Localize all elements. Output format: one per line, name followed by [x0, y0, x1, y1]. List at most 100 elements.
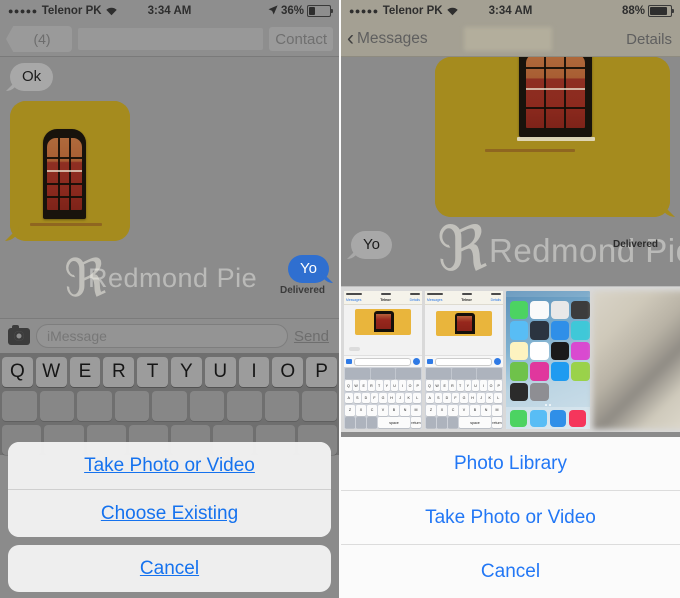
mini-title-label: Telnor — [461, 298, 472, 302]
mini-key-globe — [356, 417, 366, 428]
keyboard-row-top: QWERTYUIOP — [2, 357, 337, 387]
message-input[interactable]: iMessage — [36, 324, 288, 348]
message-bubble-incoming[interactable]: Yo — [351, 231, 392, 259]
mini-app-icon — [510, 321, 529, 340]
mini-app-icon — [550, 341, 570, 361]
battery-percent-label: 36% — [280, 5, 304, 17]
mini-key-y: Y — [464, 380, 472, 392]
mini-app-icon — [571, 362, 590, 381]
thumbnail-messages-screenshot-2[interactable]: Messages Telnor Details QWERTYUIOP ASDFG… — [425, 291, 503, 429]
mini-keyboard-row: ASDFGHJKL — [425, 392, 503, 404]
mini-key-g: G — [379, 392, 387, 404]
mini-input-bar — [425, 355, 503, 367]
key-u[interactable]: U — [204, 357, 236, 387]
back-label: Messages — [357, 30, 428, 47]
key-t[interactable]: T — [137, 357, 168, 387]
key-r[interactable]: R — [103, 357, 135, 387]
mini-key-r: R — [449, 380, 456, 392]
key[interactable] — [152, 391, 187, 421]
key-y[interactable]: Y — [171, 357, 202, 387]
key[interactable] — [302, 391, 338, 421]
key-w[interactable]: W — [35, 357, 67, 387]
mini-app-grid — [506, 297, 590, 403]
back-button[interactable]: (4) — [6, 26, 72, 52]
key-o[interactable]: O — [272, 357, 304, 387]
mini-key-n: N — [400, 404, 410, 416]
carrier-label: Telenor PK — [41, 5, 102, 17]
message-bubble-outgoing[interactable]: Yo — [288, 255, 329, 283]
mini-key-v: V — [459, 404, 469, 416]
cancel-button[interactable]: Cancel — [341, 545, 680, 598]
mini-key-123 — [345, 417, 355, 428]
panel-divider — [339, 0, 341, 598]
key-p[interactable]: P — [306, 357, 337, 387]
mini-key-x: X — [437, 404, 447, 416]
mini-window-icon — [454, 313, 475, 334]
right-nav-bar: ‹ Messages Details — [341, 22, 680, 57]
carrier-label: Telenor PK — [382, 5, 443, 17]
take-photo-or-video-button[interactable]: Take Photo or Video — [8, 442, 331, 489]
key[interactable] — [264, 391, 300, 421]
mini-key-space: space — [459, 417, 491, 428]
key-e[interactable]: E — [69, 357, 101, 387]
mini-keyboard-row: ZXCVBNM — [345, 404, 421, 416]
mini-nav-bar: Messages Telnor Details — [344, 296, 422, 305]
battery-icon — [648, 5, 674, 17]
key[interactable] — [227, 391, 262, 421]
take-photo-or-video-button[interactable]: Take Photo or Video — [341, 491, 680, 544]
contact-button[interactable]: Contact — [269, 27, 333, 51]
delivery-status-label: Delivered — [612, 239, 658, 250]
mini-conversation — [425, 305, 503, 355]
status-bar-right: 88% — [622, 5, 674, 17]
details-button[interactable]: Details — [626, 31, 674, 48]
mini-key-e: E — [441, 380, 449, 392]
key[interactable] — [39, 391, 75, 421]
sheet-gap — [8, 537, 331, 545]
mini-key-u: U — [472, 380, 479, 392]
mini-key-v: V — [378, 404, 388, 416]
key-i[interactable]: I — [238, 357, 270, 387]
mini-key-w: W — [352, 380, 360, 392]
mini-key-f: F — [451, 392, 460, 404]
window-frame — [43, 129, 86, 219]
mini-key-b: B — [470, 404, 480, 416]
photo-message-bubble[interactable] — [435, 57, 670, 217]
thumbnail-messages-screenshot-1[interactable]: Messages Telnor Details QWERTYUIOP ASDFG… — [344, 291, 422, 429]
mini-app-icon — [510, 382, 529, 402]
key[interactable] — [77, 391, 112, 421]
thumbnail-blurred-photo[interactable] — [593, 291, 680, 429]
photo-library-button[interactable]: Photo Library — [341, 437, 680, 490]
mini-keyboard-row: ASDFGHJKL — [344, 392, 422, 404]
mini-key-e: E — [360, 380, 368, 392]
window-panes — [47, 138, 82, 210]
choose-existing-button[interactable]: Choose Existing — [8, 490, 331, 537]
key[interactable] — [1, 391, 37, 421]
key[interactable] — [189, 391, 225, 421]
window-panes — [526, 57, 585, 128]
mini-key-return: return — [411, 417, 421, 428]
send-button[interactable]: Send — [294, 328, 331, 345]
mini-key-o: O — [406, 380, 414, 392]
mini-key-l: L — [413, 392, 422, 404]
key-q[interactable]: Q — [2, 357, 33, 387]
photo-picker-strip[interactable]: Messages Telnor Details QWERTYUIOP ASDFG… — [341, 286, 680, 432]
message-bubble-incoming[interactable]: Ok — [10, 63, 54, 91]
mini-key-l: L — [494, 392, 503, 404]
thumbnail-ios-home-screen[interactable] — [506, 291, 590, 429]
left-input-bar: iMessage Send — [0, 318, 339, 353]
chevron-left-icon: ‹ — [347, 26, 354, 50]
camera-icon[interactable] — [8, 325, 30, 345]
mini-key-i: I — [398, 380, 406, 392]
left-status-bar: ●●●●● Telenor PK 3:34 AM 36% — [0, 0, 339, 22]
photo-message-bubble[interactable] — [10, 101, 130, 241]
keyboard-row-second — [1, 391, 338, 421]
message-row: Ok — [0, 57, 339, 91]
mini-key-space: space — [378, 417, 410, 428]
mini-app-icon — [550, 301, 570, 320]
back-to-messages-button[interactable]: ‹ Messages — [347, 26, 428, 50]
window-frame — [519, 57, 592, 137]
mini-key-u: U — [391, 380, 398, 392]
key[interactable] — [114, 391, 150, 421]
cancel-button[interactable]: Cancel — [8, 545, 331, 592]
mini-keyboard-row: QWERTYUIOP — [425, 380, 503, 392]
